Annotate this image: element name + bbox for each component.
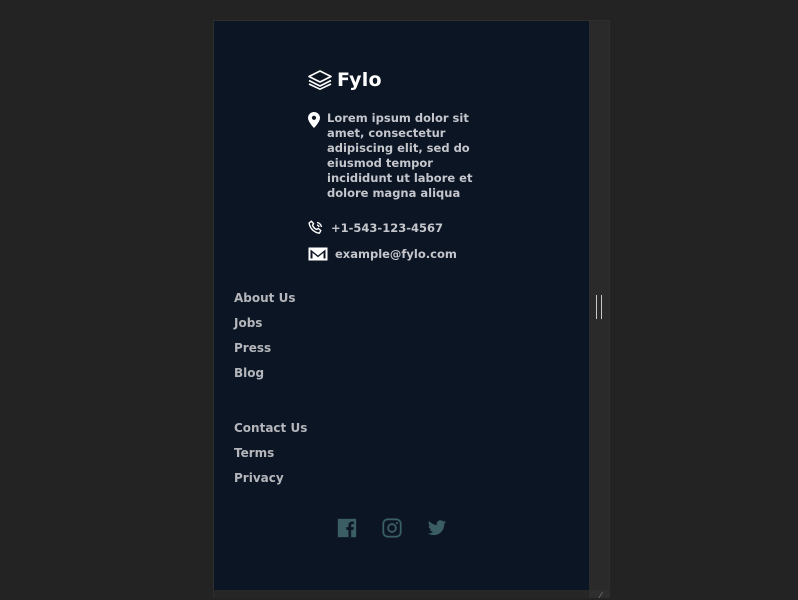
link-about-us[interactable]: About Us (234, 291, 295, 316)
email-icon (308, 246, 328, 262)
link-terms[interactable]: Terms (234, 446, 307, 471)
link-jobs[interactable]: Jobs (234, 316, 295, 341)
link-press[interactable]: Press (234, 341, 295, 366)
email-address: example@fylo.com (335, 246, 457, 261)
location-pin-icon (308, 112, 320, 128)
phone-icon (308, 220, 324, 236)
email-row[interactable]: example@fylo.com (308, 246, 457, 262)
bottom-edge (214, 590, 589, 598)
resize-handle-icon[interactable]: ⁄ (600, 592, 601, 600)
links-group-2: Contact Us Terms Privacy (234, 421, 307, 496)
links-group-1: About Us Jobs Press Blog (234, 291, 295, 391)
address-text: Lorem ipsum dolor sit amet, consectetur … (327, 111, 473, 200)
brand-name: Fylo (337, 69, 382, 91)
address: Lorem ipsum dolor sit amet, consectetur … (308, 111, 502, 201)
layers-icon (308, 70, 332, 90)
phone-row[interactable]: +1-543-123-4567 (308, 220, 443, 236)
social-links (335, 516, 470, 540)
brand-logo[interactable]: Fylo (308, 68, 382, 92)
scrollbar-thumb[interactable] (596, 295, 602, 319)
instagram-icon[interactable] (380, 516, 404, 540)
facebook-icon[interactable] (335, 516, 359, 540)
link-blog[interactable]: Blog (234, 366, 295, 391)
link-privacy[interactable]: Privacy (234, 471, 307, 496)
link-contact-us[interactable]: Contact Us (234, 421, 307, 446)
phone-number: +1-543-123-4567 (331, 220, 443, 235)
footer: Fylo Lorem ipsum dolor sit amet, consect… (214, 21, 589, 590)
twitter-icon[interactable] (425, 516, 449, 540)
